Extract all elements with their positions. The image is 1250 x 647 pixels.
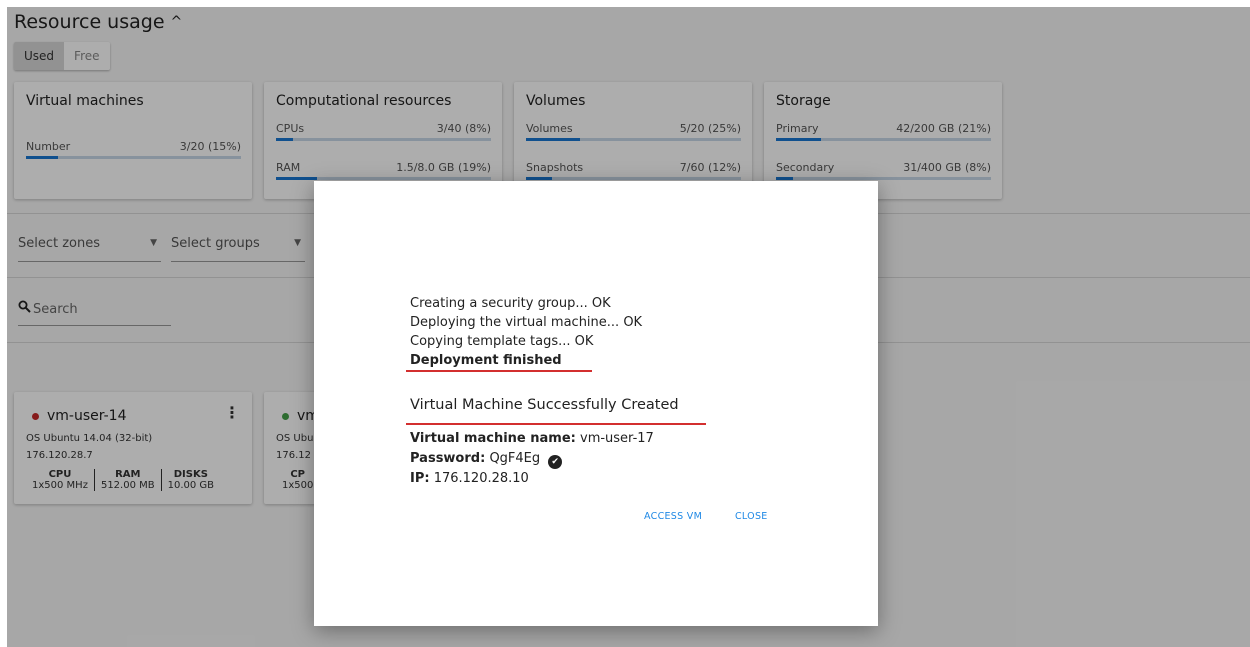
password-label: Password: — [410, 451, 486, 466]
ip-row: IP: 176.120.28.10 — [410, 469, 654, 489]
password-value: QgF4Eg — [489, 451, 541, 466]
log-line: Creating a security group... OK — [410, 296, 611, 311]
log-line: Copying template tags... OK — [410, 334, 594, 349]
vm-name-value: vm-user-17 — [580, 431, 654, 446]
vm-info: Virtual machine name: vm-user-17 Passwor… — [410, 429, 654, 489]
app-root: Resource usage ^ Used Free Virtual machin… — [7, 7, 1250, 647]
ip-value: 176.120.28.10 — [433, 471, 529, 486]
check-icon: ✔ — [548, 455, 563, 469]
deployment-log: Creating a security group... OK Deployin… — [410, 294, 642, 370]
vm-name-row: Virtual machine name: vm-user-17 — [410, 429, 654, 449]
vm-name-label: Virtual machine name: — [410, 431, 576, 446]
access-vm-button[interactable]: ACCESS VM — [644, 511, 702, 522]
close-button[interactable]: CLOSE — [735, 511, 768, 522]
ip-label: IP: — [410, 471, 430, 486]
deployment-finished-text: Deployment finished — [410, 353, 562, 368]
log-line: Deploying the virtual machine... OK — [410, 315, 643, 330]
password-row: Password: QgF4Eg ✔ — [410, 449, 654, 469]
highlight-underline — [406, 370, 592, 372]
highlight-underline — [406, 423, 706, 425]
deployment-dialog: Creating a security group... OK Deployin… — [314, 181, 878, 626]
success-heading: Virtual Machine Successfully Created — [410, 397, 679, 413]
